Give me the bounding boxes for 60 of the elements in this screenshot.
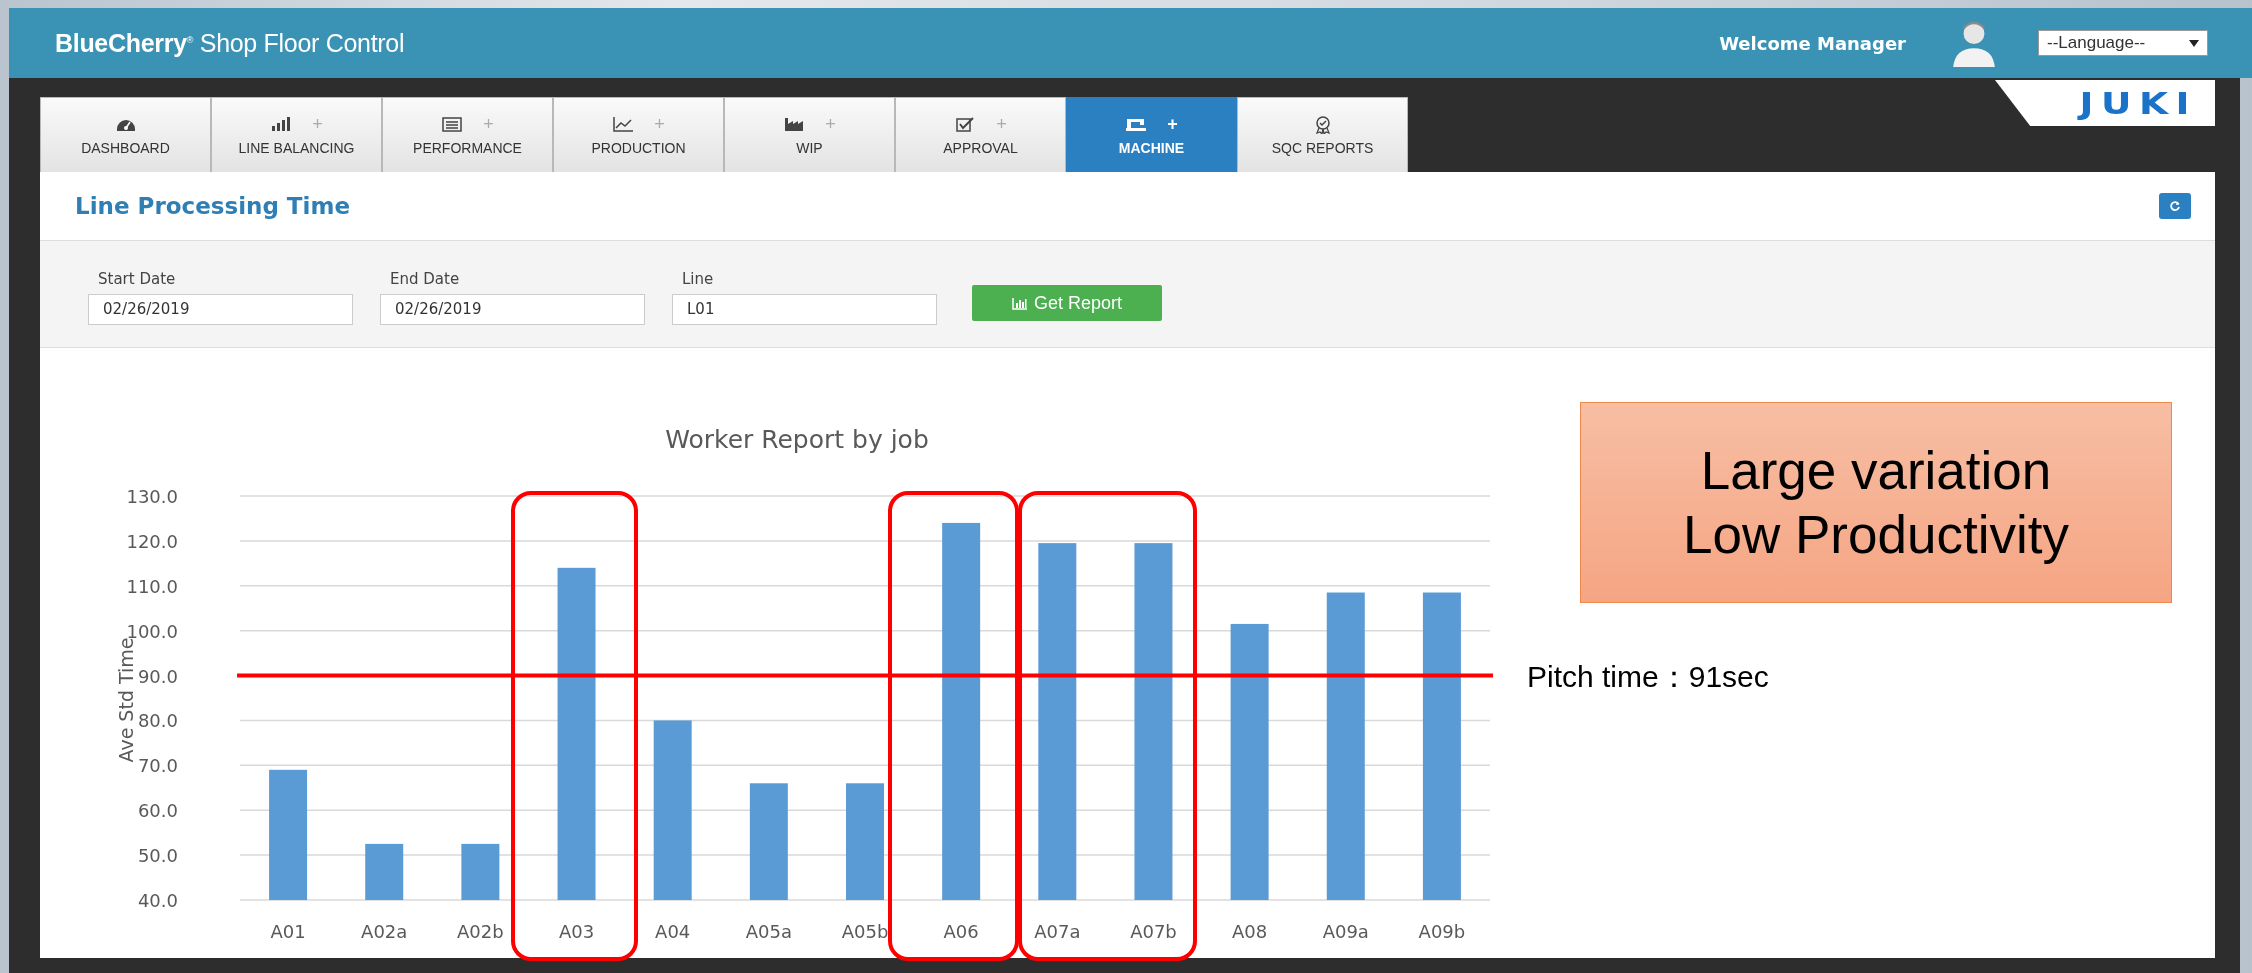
- field-label: Start Date: [97, 269, 177, 288]
- list-icon: [441, 114, 464, 134]
- category-label: A06: [943, 921, 979, 942]
- nav-tab[interactable]: + APPROVAL: [895, 97, 1066, 172]
- logo: JUKI: [2079, 85, 2197, 121]
- refresh-button[interactable]: [2159, 193, 2191, 219]
- tick-label: 40.0: [137, 890, 178, 911]
- input-field[interactable]: L01: [672, 293, 937, 325]
- tick-label: 120.0: [126, 530, 178, 552]
- tick-label: 80.0: [137, 710, 178, 732]
- field-label: End Date: [389, 269, 461, 288]
- chart-title: Worker Report by job: [665, 425, 929, 454]
- category-label: A09b: [1418, 921, 1466, 942]
- nav-tab[interactable]: + WIP: [724, 97, 895, 172]
- plus-icon: +: [996, 113, 1007, 135]
- category-label: A07a: [1034, 921, 1081, 942]
- input-field[interactable]: 02/26/2019: [380, 293, 645, 325]
- category-label: A08: [1232, 921, 1268, 942]
- refresh-icon: [2169, 200, 2181, 212]
- field-label: Line: [681, 269, 715, 288]
- checkbox-icon: [954, 114, 977, 134]
- language-select[interactable]: --Language--: [2038, 30, 2208, 56]
- category-label: A07b: [1130, 921, 1177, 942]
- caret-icon: [2189, 39, 2199, 47]
- tick-label: 110.0: [126, 575, 178, 597]
- nav-tab[interactable]: + PRODUCTION: [553, 97, 724, 172]
- category-label: A05b: [841, 921, 889, 942]
- plus-icon: +: [654, 113, 665, 135]
- category-label: A03: [558, 921, 595, 942]
- nav-tab[interactable]: SQC REPORTS: [1237, 97, 1408, 172]
- pitch-time-label: Pitch time：91sec: [1527, 659, 1770, 695]
- category-label: A09a: [1322, 921, 1369, 942]
- bar-chart-icon: [270, 114, 293, 134]
- callout-box: Large variation Low Productivity: [1580, 402, 2172, 603]
- bar: [365, 843, 404, 900]
- nav-tab[interactable]: + MACHINE: [1066, 97, 1237, 172]
- input-field[interactable]: 02/26/2019: [88, 293, 353, 325]
- category-label: A02a: [361, 921, 408, 942]
- tick-label: 50.0: [137, 845, 178, 867]
- tick-label: 90.0: [137, 665, 178, 687]
- plus-icon: +: [483, 113, 494, 135]
- nav-tab[interactable]: + PERFORMANCE: [382, 97, 553, 172]
- category-label: A04: [655, 921, 691, 942]
- welcome-text: Welcome Manager: [1719, 32, 1906, 54]
- tick-label: 70.0: [137, 755, 178, 777]
- category-label: A01: [270, 921, 306, 942]
- nav-tab[interactable]: + LINE BALANCING: [211, 97, 382, 172]
- tick-label: 60.0: [137, 800, 178, 822]
- tick-label: 130.0: [126, 486, 178, 507]
- bar-chart-icon: [1011, 296, 1028, 310]
- app-title: BlueCherry$^{®}$ Shop Floor Control: [55, 28, 405, 58]
- line-chart-icon: [612, 114, 635, 134]
- bar: [461, 843, 500, 900]
- category-label: A02b: [457, 921, 504, 942]
- category-label: A05a: [745, 921, 792, 942]
- panel-title: Line Processing Time: [75, 193, 350, 219]
- nav-tab[interactable]: DASHBOARD: [40, 97, 211, 172]
- plus-icon: +: [312, 113, 323, 135]
- plus-icon: +: [825, 113, 836, 135]
- plus-icon: +: [1167, 113, 1178, 135]
